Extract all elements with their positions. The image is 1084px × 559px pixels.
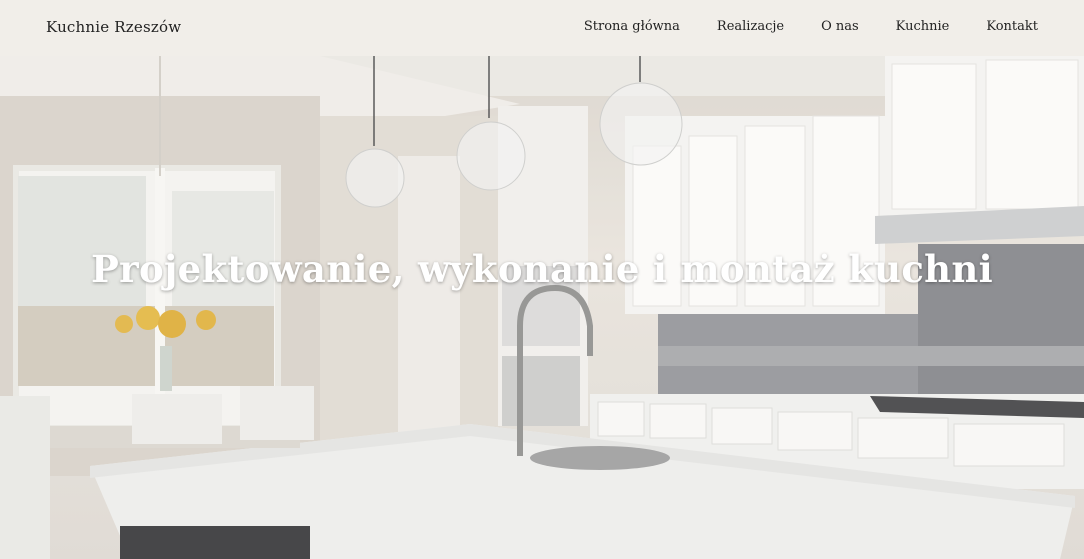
hero-section: Projektowanie, wykonanie i montaż kuchni bbox=[0, 56, 1084, 559]
site-logo[interactable]: Kuchnie Rzeszów bbox=[46, 18, 181, 36]
top-navigation: Kuchnie Rzeszów Strona główna Realizacje… bbox=[0, 0, 1084, 56]
nav-link-contact[interactable]: Kontakt bbox=[986, 19, 1038, 34]
nav-link-realizations[interactable]: Realizacje bbox=[717, 19, 784, 34]
kitchen-photo bbox=[0, 56, 1084, 559]
main-menu: Strona główna Realizacje O nas Kuchnie K… bbox=[584, 19, 1038, 34]
nav-link-kitchens[interactable]: Kuchnie bbox=[896, 19, 950, 34]
nav-link-about[interactable]: O nas bbox=[821, 19, 859, 34]
nav-link-home[interactable]: Strona główna bbox=[584, 19, 680, 34]
hero-headline: Projektowanie, wykonanie i montaż kuchni bbox=[91, 246, 993, 291]
